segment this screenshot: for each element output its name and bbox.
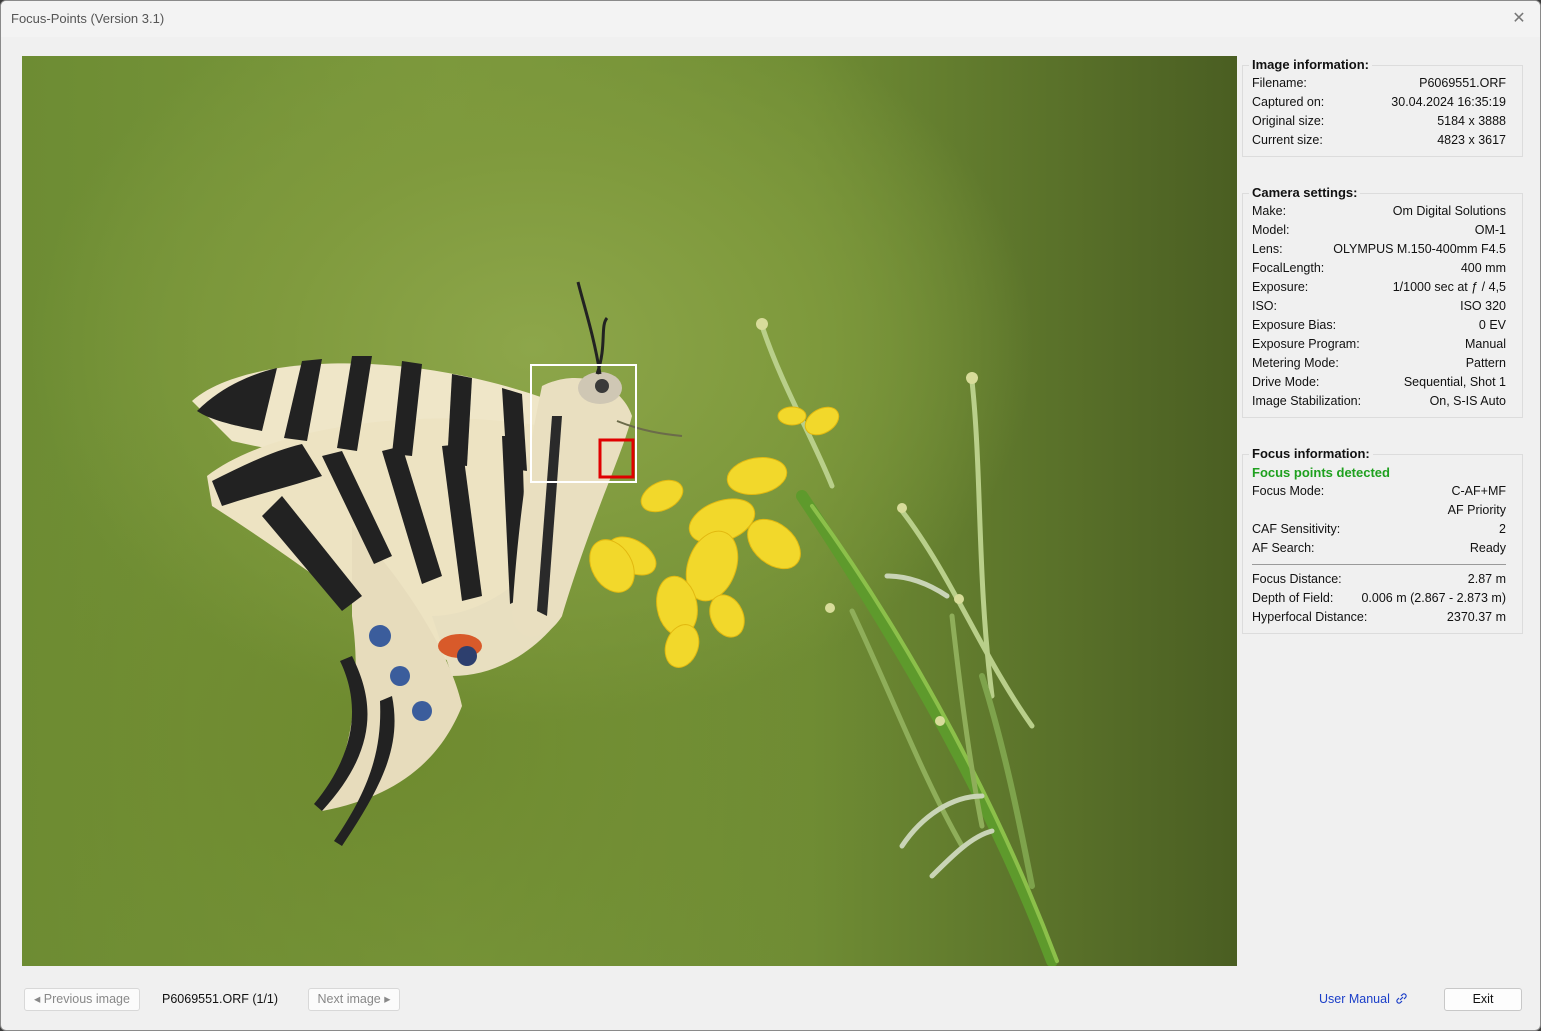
focus-status: Focus points detected: [1252, 465, 1390, 480]
info-value: 2.87 m: [1467, 572, 1506, 586]
info-label: CAF Sensitivity:: [1252, 522, 1341, 536]
info-value: Om Digital Solutions: [1392, 204, 1506, 218]
info-value: AF Priority: [1447, 503, 1506, 517]
info-value: Pattern: [1465, 356, 1506, 370]
info-label: Current size:: [1252, 133, 1323, 147]
info-value: 1/1000 sec at ƒ / 4,5: [1392, 280, 1506, 294]
info-row: Exposure: 1/1000 sec at ƒ / 4,5: [1252, 278, 1506, 297]
user-manual-label: User Manual: [1319, 992, 1390, 1006]
info-row: AF Priority: [1252, 501, 1506, 520]
info-row: Make: Om Digital Solutions: [1252, 202, 1506, 221]
title-bar: Focus-Points (Version 3.1) ✕: [1, 1, 1540, 37]
info-row: Depth of Field: 0.006 m (2.867 - 2.873 m): [1252, 589, 1506, 608]
info-label: ISO:: [1252, 299, 1278, 313]
info-value: 2: [1499, 522, 1506, 536]
info-label: AF Search:: [1252, 541, 1315, 555]
info-value: 0 EV: [1478, 318, 1506, 332]
focus-rows-bottom: Focus Distance: 2.87 m Depth of Field: 0.00…: [1252, 570, 1506, 627]
info-label: Captured on:: [1252, 95, 1325, 109]
info-row: Drive Mode: Sequential, Shot 1: [1252, 373, 1506, 392]
info-row: Metering Mode: Pattern: [1252, 354, 1506, 373]
exit-button[interactable]: Exit: [1444, 988, 1522, 1011]
info-row: Captured on: 30.04.2024 16:35:19: [1252, 93, 1506, 112]
main-window: Focus-Points (Version 3.1) ✕ Image infor…: [0, 0, 1541, 1031]
info-value: 5184 x 3888: [1437, 114, 1506, 128]
info-label: Model:: [1252, 223, 1290, 237]
info-row: Focus Mode: C-AF+MF: [1252, 482, 1506, 501]
info-row: Filename: P6069551.ORF: [1252, 74, 1506, 93]
camera-settings-group: Camera settings: Make: Om Digital Solutio…: [1242, 185, 1523, 418]
info-value: ISO 320: [1460, 299, 1506, 313]
info-label: Lens:: [1252, 242, 1283, 256]
info-label: FocalLength:: [1252, 261, 1325, 275]
info-value: C-AF+MF: [1451, 484, 1506, 498]
camera-settings-rows: Make: Om Digital Solutions Model: OM-1 Lens:…: [1252, 202, 1506, 411]
info-row: FocalLength: 400 mm: [1252, 259, 1506, 278]
info-label: Original size:: [1252, 114, 1325, 128]
photo-preview: [22, 56, 1237, 966]
info-row: Lens: OLYMPUS M.150-400mm F4.5: [1252, 240, 1506, 259]
info-label: Hyperfocal Distance:: [1252, 610, 1368, 624]
info-row: CAF Sensitivity: 2: [1252, 520, 1506, 539]
info-label: Exposure Bias:: [1252, 318, 1337, 332]
info-value: 4823 x 3617: [1437, 133, 1506, 147]
image-information-group: Image information: Filename: P6069551.ORF…: [1242, 57, 1523, 157]
info-value: 30.04.2024 16:35:19: [1391, 95, 1506, 109]
butterfly-photo: [192, 281, 1059, 966]
info-label: Depth of Field:: [1252, 591, 1334, 605]
info-label: Exposure Program:: [1252, 337, 1360, 351]
next-image-button[interactable]: Next image ▸: [308, 988, 400, 1011]
link-icon: [1396, 993, 1408, 1004]
info-row: Hyperfocal Distance: 2370.37 m: [1252, 608, 1506, 627]
camera-settings-title: Camera settings:: [1249, 185, 1361, 200]
info-value: Sequential, Shot 1: [1403, 375, 1506, 389]
info-row: Original size: 5184 x 3888: [1252, 112, 1506, 131]
image-information-title: Image information:: [1249, 57, 1373, 72]
info-value: OM-1: [1474, 223, 1506, 237]
info-value: 0.006 m (2.867 - 2.873 m): [1361, 591, 1506, 605]
info-row: Model: OM-1: [1252, 221, 1506, 240]
image-information-rows: Filename: P6069551.ORF Captured on: 30.04.2…: [1252, 74, 1506, 150]
close-icon[interactable]: ✕: [1508, 8, 1530, 30]
info-panel: Image information: Filename: P6069551.ORF…: [1242, 56, 1523, 634]
user-manual-link[interactable]: User Manual: [1319, 992, 1408, 1006]
info-label: Make:: [1252, 204, 1287, 218]
info-row: Exposure Bias: 0 EV: [1252, 316, 1506, 335]
info-value: P6069551.ORF: [1419, 76, 1506, 90]
info-value: 400 mm: [1460, 261, 1506, 275]
info-row: AF Search: Ready: [1252, 539, 1506, 558]
info-label: Drive Mode:: [1252, 375, 1320, 389]
info-row: ISO: ISO 320: [1252, 297, 1506, 316]
previous-image-button[interactable]: ◂ Previous image: [24, 988, 140, 1011]
info-value: On, S-IS Auto: [1429, 394, 1506, 408]
info-label: Filename:: [1252, 76, 1307, 90]
focus-information-title: Focus information:: [1249, 446, 1373, 461]
info-row: Exposure Program: Manual: [1252, 335, 1506, 354]
focus-rows-top: Focus Mode: C-AF+MF AF Priority CAF Sensiti…: [1252, 482, 1506, 558]
focus-separator: [1252, 564, 1506, 565]
info-row: Focus Distance: 2.87 m: [1252, 570, 1506, 589]
info-value: Ready: [1469, 541, 1506, 555]
window-title: Focus-Points (Version 3.1): [11, 11, 165, 26]
info-label: Focus Distance:: [1252, 572, 1342, 586]
info-value: OLYMPUS M.150-400mm F4.5: [1333, 242, 1506, 256]
info-label: Focus Mode:: [1252, 484, 1325, 498]
info-label: Exposure:: [1252, 280, 1309, 294]
info-value: Manual: [1465, 337, 1506, 351]
info-label: Image Stabilization:: [1252, 394, 1362, 408]
info-label: Metering Mode:: [1252, 356, 1339, 370]
focus-information-group: Focus information: Focus points detected…: [1242, 446, 1523, 634]
info-row: Current size: 4823 x 3617: [1252, 131, 1506, 150]
info-value: 2370.37 m: [1446, 610, 1506, 624]
current-file-label: P6069551.ORF (1/1): [162, 992, 279, 1006]
info-row: Image Stabilization: On, S-IS Auto: [1252, 392, 1506, 411]
